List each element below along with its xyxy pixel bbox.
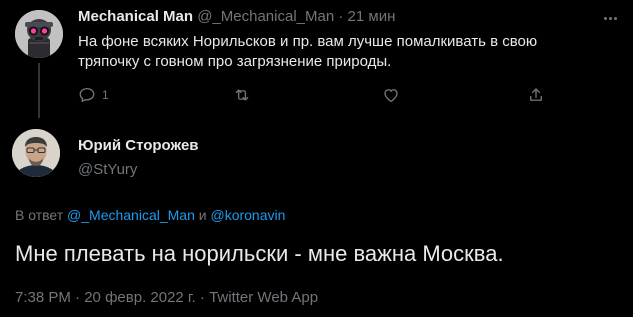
retweet-icon: [235, 89, 249, 101]
mention-link-mechanical-man[interactable]: @_Mechanical_Man: [67, 207, 195, 223]
tweet-text: Мне плевать на норильски - мне важна Мос…: [15, 241, 504, 266]
mention-link-koronavin[interactable]: @koronavin: [210, 207, 285, 223]
share-icon: [530, 88, 542, 101]
tweet-source[interactable]: Twitter Web App: [209, 289, 318, 306]
avatar-yury-storozhev[interactable]: [12, 129, 60, 177]
share-button[interactable]: [527, 86, 545, 104]
reply-icon: [79, 87, 95, 103]
meta-separator-2: ·: [199, 289, 205, 306]
parent-tweet-time[interactable]: 21 мин: [348, 8, 396, 25]
like-button[interactable]: [382, 86, 400, 104]
reply-button[interactable]: 1: [78, 86, 109, 104]
meta-separator: ·: [75, 289, 81, 306]
more-options-icon[interactable]: [598, 8, 622, 28]
reply-context: В ответ @_Mechanical_Man и @koronavin: [15, 207, 285, 223]
parent-author-handle[interactable]: @_Mechanical_Man: [197, 8, 334, 25]
parent-tweet-text: На фоне всяких Норильсков и пр. вам лучш…: [78, 33, 538, 70]
profile-photo: [12, 129, 60, 177]
thread-connector-line: [38, 63, 40, 118]
avatar-mechanical-man[interactable]: [15, 10, 63, 58]
tweet-date[interactable]: 20 февр. 2022 г.: [84, 289, 196, 306]
parent-author-name[interactable]: Mechanical Man: [78, 8, 193, 25]
header-separator: ·: [338, 8, 344, 25]
heart-icon: [384, 89, 398, 103]
retweet-button[interactable]: [232, 86, 252, 104]
parent-tweet-header: Mechanical Man @_Mechanical_Man · 21 мин: [78, 8, 395, 25]
tweet-time[interactable]: 7:38 PM: [15, 289, 71, 306]
reply-prefix: В ответ: [15, 207, 64, 223]
author-name[interactable]: Юрий Сторожев: [78, 137, 199, 154]
reply-count: 1: [102, 88, 109, 102]
robot-avatar-image: [15, 10, 63, 58]
reply-conjunction: и: [198, 207, 207, 223]
author-handle[interactable]: @StYury: [78, 161, 137, 178]
tweet-metadata: 7:38 PM · 20 февр. 2022 г. · Twitter Web…: [15, 289, 318, 306]
